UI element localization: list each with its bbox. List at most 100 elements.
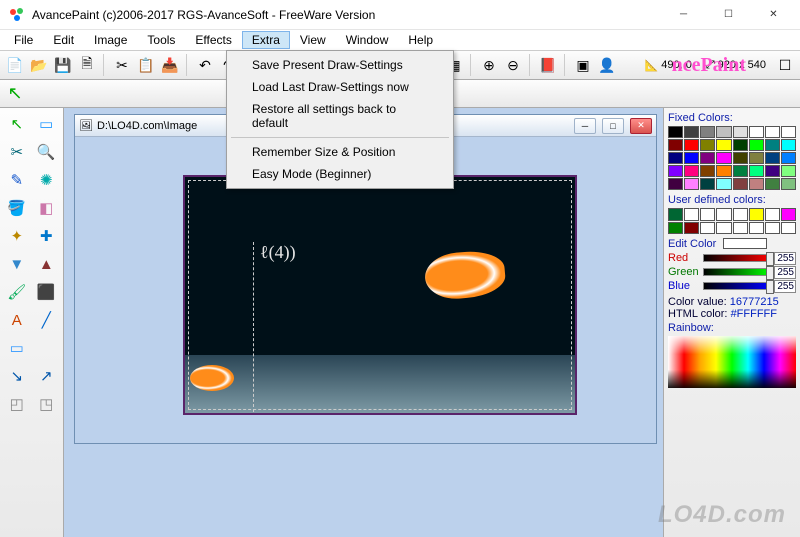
fixed-swatch[interactable] <box>700 152 715 164</box>
fixed-swatch[interactable] <box>668 139 683 151</box>
maximize-button[interactable]: ☐ <box>706 0 751 29</box>
minimize-button[interactable]: ─ <box>661 0 706 29</box>
menu-image[interactable]: Image <box>84 31 137 49</box>
lamp-icon[interactable]: ▲ <box>32 250 62 278</box>
doc-maximize-button[interactable]: □ <box>602 118 624 134</box>
user-swatch[interactable] <box>749 208 764 220</box>
user-swatch[interactable] <box>700 208 715 220</box>
user-swatch[interactable] <box>765 208 780 220</box>
bg-icon[interactable]: ◰ <box>2 390 32 418</box>
menu-extra[interactable]: Extra <box>242 31 290 49</box>
blank1[interactable] <box>32 334 62 362</box>
fixed-swatch[interactable] <box>668 165 683 177</box>
close-button[interactable]: ✕ <box>751 0 796 29</box>
person-icon[interactable]: 👤 <box>596 54 618 76</box>
fixed-swatch[interactable] <box>716 139 731 151</box>
filter-icon[interactable]: ▼ <box>2 250 32 278</box>
window-icon[interactable]: ▣ <box>572 54 594 76</box>
doc-close-button[interactable]: ✕ <box>630 118 652 134</box>
shapes-icon[interactable]: ✦ <box>2 222 32 250</box>
menu-effects[interactable]: Effects <box>185 31 241 49</box>
edit-color-swatch[interactable] <box>723 238 767 249</box>
fixed-swatch[interactable] <box>684 139 699 151</box>
fixed-swatch[interactable] <box>684 165 699 177</box>
pencil-icon[interactable]: ✎ <box>2 166 32 194</box>
fixed-swatch[interactable] <box>733 165 748 177</box>
crosshair-icon[interactable]: ✚ <box>32 222 62 250</box>
menu-item[interactable]: Remember Size & Position <box>230 141 450 163</box>
user-swatch[interactable] <box>668 222 683 234</box>
pointer-icon[interactable]: ↖ <box>2 110 32 138</box>
new-icon[interactable]: 📄 <box>4 54 26 76</box>
cut-icon[interactable]: ✂ <box>111 54 133 76</box>
fixed-swatch[interactable] <box>781 126 796 138</box>
menu-item[interactable]: Save Present Draw-Settings <box>230 54 450 76</box>
fixed-swatch[interactable] <box>781 152 796 164</box>
copy-icon[interactable]: 📋 <box>135 54 157 76</box>
fixed-swatch[interactable] <box>749 126 764 138</box>
menu-window[interactable]: Window <box>336 31 399 49</box>
user-swatch[interactable] <box>765 222 780 234</box>
menu-item[interactable]: Load Last Draw-Settings now <box>230 76 450 98</box>
green-slider[interactable]: Green 255 <box>668 266 796 279</box>
fixed-swatch[interactable] <box>765 178 780 190</box>
fixed-swatch[interactable] <box>700 139 715 151</box>
magnify-plus-icon[interactable]: ⊕ <box>478 54 500 76</box>
fg-icon[interactable]: ◳ <box>32 390 62 418</box>
doc-minimize-button[interactable]: ─ <box>574 118 596 134</box>
user-swatch[interactable] <box>781 222 796 234</box>
fixed-swatch[interactable] <box>749 139 764 151</box>
crop-icon[interactable]: ✂ <box>2 138 32 166</box>
brush-icon[interactable]: 🖌 <box>2 278 32 306</box>
fixed-swatch[interactable] <box>716 165 731 177</box>
fixed-swatch[interactable] <box>765 126 780 138</box>
fixed-swatch[interactable] <box>716 152 731 164</box>
fixed-swatch[interactable] <box>684 126 699 138</box>
fixed-swatch[interactable] <box>668 126 683 138</box>
fixed-swatch[interactable] <box>700 126 715 138</box>
fixed-swatch[interactable] <box>765 165 780 177</box>
blue-slider[interactable]: Blue 255 <box>668 280 796 293</box>
text-icon[interactable]: A <box>2 306 32 334</box>
book-icon[interactable]: 📕 <box>537 54 559 76</box>
user-swatch[interactable] <box>716 222 731 234</box>
user-swatch[interactable] <box>684 208 699 220</box>
fixed-swatch[interactable] <box>765 139 780 151</box>
user-swatch[interactable] <box>684 222 699 234</box>
paste-icon[interactable]: 📥 <box>159 54 181 76</box>
marquee-icon[interactable]: ▭ <box>32 110 62 138</box>
menu-item[interactable]: Easy Mode (Beginner) <box>230 163 450 185</box>
fixed-swatch[interactable] <box>733 178 748 190</box>
toggle-checkbox[interactable]: ☐ <box>774 54 796 76</box>
user-swatch[interactable] <box>733 222 748 234</box>
menu-help[interactable]: Help <box>398 31 443 49</box>
menu-tools[interactable]: Tools <box>137 31 185 49</box>
fixed-swatch[interactable] <box>716 126 731 138</box>
fixed-swatch[interactable] <box>700 165 715 177</box>
user-swatch[interactable] <box>668 208 683 220</box>
fixed-swatch[interactable] <box>749 152 764 164</box>
spray-icon[interactable]: ✺ <box>32 166 62 194</box>
menu-view[interactable]: View <box>290 31 336 49</box>
menu-edit[interactable]: Edit <box>43 31 84 49</box>
eraser-icon[interactable]: ◧ <box>32 194 62 222</box>
fixed-swatch[interactable] <box>765 152 780 164</box>
dropper-icon[interactable]: ↗ <box>32 362 62 390</box>
menu-item[interactable]: Restore all settings back to default <box>230 98 450 134</box>
user-swatch[interactable] <box>749 222 764 234</box>
fixed-swatch[interactable] <box>684 152 699 164</box>
fixed-swatch[interactable] <box>733 152 748 164</box>
picker-icon[interactable]: ↘ <box>2 362 32 390</box>
menu-file[interactable]: File <box>4 31 43 49</box>
fixed-swatch[interactable] <box>668 152 683 164</box>
fixed-swatch[interactable] <box>733 139 748 151</box>
fixed-swatch[interactable] <box>733 126 748 138</box>
fixed-swatch[interactable] <box>684 178 699 190</box>
pointer-tool-icon[interactable]: ↖ <box>4 83 26 105</box>
user-swatch[interactable] <box>700 222 715 234</box>
fixed-swatch[interactable] <box>716 178 731 190</box>
save-icon[interactable]: 💾 <box>52 54 74 76</box>
canvas[interactable]: ℓ(4)) <box>183 175 577 415</box>
bucket-icon[interactable]: 🪣 <box>2 194 32 222</box>
zoom-icon[interactable]: 🔍 <box>32 138 62 166</box>
